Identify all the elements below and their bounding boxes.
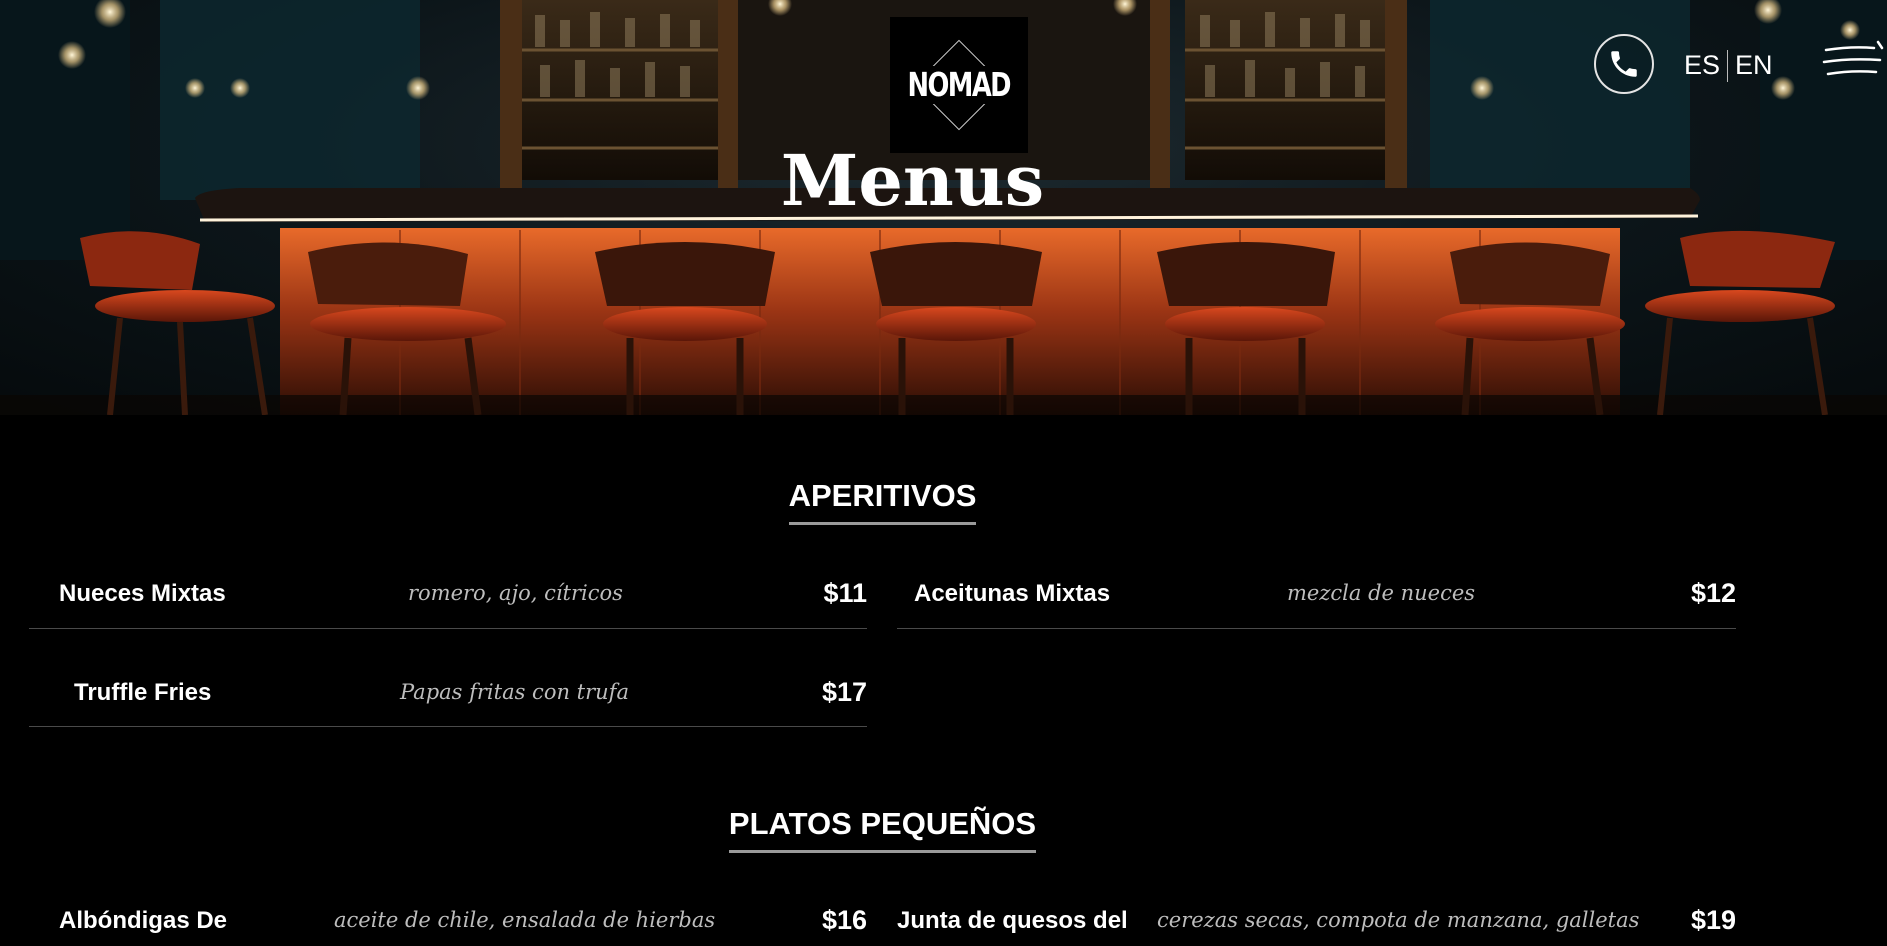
menu-item-price: $17	[821, 677, 867, 707]
hamburger-menu-button[interactable]	[1822, 38, 1884, 84]
item-divider	[29, 628, 867, 629]
menu-item-name: Albóndigas De	[59, 907, 228, 934]
language-divider	[1727, 50, 1728, 82]
menu-item-description: cerezas secas, compota de manzana, galle…	[1157, 908, 1640, 932]
hamburger-menu-icon	[1822, 40, 1884, 76]
section-title-aperitivos: APERITIVOS	[0, 478, 1765, 525]
menu-item: Albóndigas De aceite de chile, ensalada …	[59, 905, 867, 945]
menu-item: Truffle Fries Papas fritas con trufa $17	[74, 677, 867, 717]
menu-item-name: Truffle Fries	[74, 679, 212, 706]
menu-item-description: romero, ajo, cítricos	[408, 581, 623, 605]
brand-logo[interactable]: NOMAD	[890, 17, 1028, 153]
item-divider	[897, 628, 1736, 629]
language-es-link[interactable]: ES	[1684, 50, 1720, 80]
phone-icon	[1611, 51, 1637, 77]
menu-item-name: Nueces Mixtas	[59, 580, 226, 607]
page-title: Menus	[780, 139, 1045, 222]
menu-item: Aceitunas Mixtas mezcla de nueces $12	[914, 578, 1736, 618]
phone-button[interactable]	[1594, 34, 1654, 94]
menu-item-price: $11	[823, 578, 867, 608]
menu-item-name: Junta de quesos del	[897, 907, 1128, 934]
hero-banner: NOMAD Menus ES EN	[0, 0, 1887, 415]
menu-item-price: $19	[1690, 905, 1736, 935]
menu-item: Nueces Mixtas romero, ajo, cítricos $11	[59, 578, 867, 618]
menu-item-description: aceite de chile, ensalada de hierbas	[334, 908, 716, 932]
menu-item-price: $16	[821, 905, 867, 935]
menu-item: Junta de quesos del cerezas secas, compo…	[897, 905, 1736, 945]
menu-item-description: Papas fritas con trufa	[400, 680, 629, 704]
menu-item-description: mezcla de nueces	[1287, 581, 1476, 605]
language-en-link[interactable]: EN	[1735, 50, 1773, 80]
logo-text: NOMAD	[906, 65, 1012, 104]
item-divider	[29, 726, 867, 727]
menu-item-name: Aceitunas Mixtas	[914, 580, 1111, 607]
section-title-platos-pequenos: PLATOS PEQUEÑOS	[0, 806, 1765, 853]
menu-item-price: $12	[1690, 578, 1736, 608]
